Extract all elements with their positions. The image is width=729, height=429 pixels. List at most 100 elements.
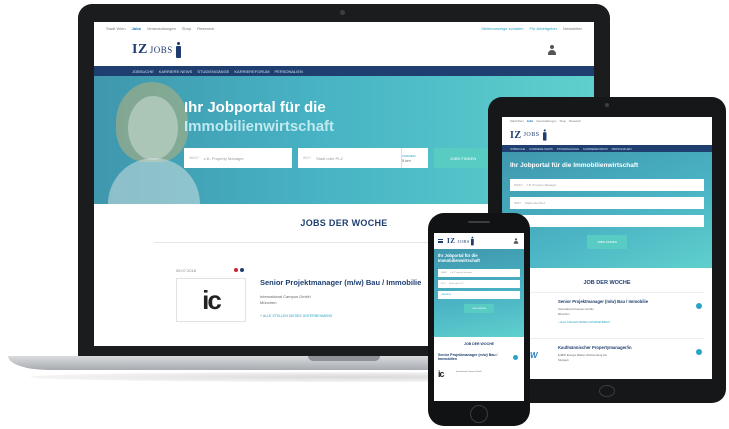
phone-hero: Ihr Jobportal für die Immobilienwirtscha… (434, 249, 524, 337)
all-jobs-company-link[interactable]: + ALLE STELLEN DIESES UNTERNEHMENS (558, 321, 610, 324)
nav-item-karriere-news[interactable]: KARRIERE NEWS (159, 69, 193, 74)
hero-title: Ihr Jobportal für die Immobilienwirtscha… (438, 253, 480, 263)
tablet-hero: Ihr Jobportal für die Immobilienwirtscha… (502, 152, 712, 268)
badge-dot (240, 268, 244, 272)
job-title-link[interactable]: Senior Projektmanager (m/w) Bau / Immobi… (558, 299, 648, 304)
bookmark-icon[interactable] (696, 349, 702, 355)
laptop-notch (308, 356, 380, 361)
job-list-item[interactable]: 06.07.2018 EnBW Kaufmännischer Propertym… (510, 338, 704, 378)
where-search-input[interactable]: WO? Stadt oder PLZ (438, 280, 520, 288)
radius-select[interactable]: UMKREIS (438, 291, 520, 299)
topbar-link[interactable]: Veranstaltungen (536, 119, 556, 123)
tablet-screen: Stadt Wien Jobs Veranstaltungen Shop Res… (502, 117, 712, 379)
topbar-link-active[interactable]: Jobs (132, 26, 141, 31)
logo-iz-text: IZ (132, 42, 148, 57)
nav-item-jobsuche[interactable]: JOBSUCHE (132, 69, 154, 74)
topbar-right-link[interactable]: Newsletter (563, 26, 582, 31)
iz-jobs-logo[interactable]: IZ JOBS (447, 233, 476, 249)
find-jobs-button[interactable]: JOBS FINDEN (464, 304, 494, 313)
bookmark-icon[interactable] (696, 303, 702, 309)
job-title-link[interactable]: Senior Projektmanager (m/w) Bau / Immobi… (260, 278, 421, 287)
nav-item[interactable]: KARRIERE NEWS (529, 147, 552, 151)
radius-value: 5 km (402, 157, 411, 163)
ic-logo-text: ic (438, 369, 444, 379)
phone-speaker (468, 221, 490, 223)
where-placeholder: Stadt oder PLZ (315, 155, 343, 161)
logo-person-icon (175, 42, 181, 58)
phone-home-button (470, 405, 488, 423)
top-utility-bar: Stadt Wien Jobs Veranstaltungen Shop Res… (94, 22, 594, 34)
what-placeholder: z.B. Property Manager (450, 272, 473, 274)
job-of-week-heading: JOB DER WOCHE (464, 342, 494, 346)
find-jobs-button[interactable]: JOBS FINDEN (434, 148, 492, 168)
where-tag: WO? (441, 283, 446, 285)
logo-jobs-text: JOBS (457, 238, 470, 244)
main-nav: JOBSUCHE KARRIERE NEWS STUDIENGÄNGE KARR… (94, 66, 594, 76)
topbar-right-link[interactable]: Stellenanzeige schalten (481, 26, 523, 31)
what-placeholder: z.B. Property Manager (526, 183, 557, 187)
tablet-nav: JOBSUCHE KARRIERE NEWS STUDIENGÄNGE KARR… (502, 145, 712, 152)
phone-screen: IZ JOBS Ihr Jobportal für die Immobilien… (434, 233, 524, 401)
topbar-link[interactable]: Shop (559, 119, 566, 123)
what-tag: WAS? (189, 156, 199, 160)
job-company: International Campus GmbH (456, 371, 482, 373)
topbar-link[interactable]: Research (569, 119, 581, 123)
radius-select[interactable]: UMKREIS 5 km (401, 148, 423, 168)
job-location: München (260, 300, 277, 305)
user-account-icon[interactable] (548, 45, 556, 55)
job-location: München (558, 312, 570, 316)
what-search-input[interactable]: WAS? z.B. Property Manager (510, 179, 704, 191)
logo-person-icon (542, 129, 547, 141)
hero-title-line1: Ihr Jobportal für die (184, 99, 326, 116)
job-title-link[interactable]: Senior Projektmanager (m/w) Bau / Immobi… (438, 353, 508, 362)
phone-header: IZ JOBS (434, 233, 524, 249)
topbar-link[interactable]: Research (197, 26, 214, 31)
laptop-camera (340, 10, 345, 15)
company-logo[interactable]: ic (176, 278, 246, 322)
device-mockup-scene: Stadt Wien Jobs Veranstaltungen Shop Res… (0, 0, 729, 429)
radius-label: UMKREIS (441, 294, 451, 296)
radius-select[interactable]: UMKREIS (510, 215, 704, 227)
what-search-input[interactable]: WAS? z.B. Property Manager (184, 148, 292, 168)
hero-title: Ihr Jobportal für die Immobilienwirtscha… (510, 162, 639, 169)
logo-jobs-text: JOBS (149, 45, 173, 55)
nav-item[interactable]: STUDIENGÄNGE (557, 147, 579, 151)
job-company: International Campus GmbH (260, 294, 311, 299)
job-company: International Campus GmbH (558, 307, 594, 311)
nav-item-personalien[interactable]: PERSONALIEN (274, 69, 302, 74)
iz-jobs-logo[interactable]: IZ JOBS (132, 42, 181, 58)
job-list-item[interactable]: 06.07.2018 ic Senior Projektmanager (m/w… (510, 292, 704, 332)
nav-item-studiengaenge[interactable]: STUDIENGÄNGE (197, 69, 229, 74)
bookmark-icon[interactable] (513, 355, 518, 360)
job-title-link[interactable]: Kaufmännischer Propertymanager/in (558, 345, 632, 350)
what-search-input[interactable]: WAS? z.B. Property Manager (438, 269, 520, 277)
iz-jobs-logo[interactable]: IZ JOBS (510, 127, 548, 143)
topbar-link[interactable]: Stadt Wien (510, 119, 524, 123)
logo-jobs-text: JOBS (523, 132, 540, 138)
topbar-link[interactable]: Stadt Wien (106, 26, 126, 31)
all-jobs-company-link[interactable]: + ALLE STELLEN DIESES UNTERNEHMENS (260, 314, 332, 318)
where-search-input[interactable]: WO? Stadt oder PLZ (510, 197, 704, 209)
nav-item[interactable]: JOBSUCHE (510, 147, 525, 151)
menu-icon[interactable] (438, 239, 443, 243)
logo-iz-text: IZ (510, 129, 522, 141)
find-jobs-button[interactable]: JOBS FINDEN (587, 235, 627, 249)
tablet-header: IZ JOBS (502, 125, 712, 145)
topbar-link[interactable]: Veranstaltungen (147, 26, 176, 31)
user-account-icon[interactable] (513, 238, 519, 244)
tablet-home-button (599, 385, 615, 397)
where-tag: WO? (303, 156, 311, 160)
where-tag: WO? (514, 201, 521, 205)
topbar-link-active[interactable]: Jobs (527, 119, 534, 123)
ic-logo-text: ic (202, 284, 222, 315)
where-search-input[interactable]: WO? Stadt oder PLZ UMKREIS 5 km (298, 148, 428, 168)
nav-item[interactable]: KARRIEREFORUM (583, 147, 608, 151)
topbar-link[interactable]: Shop (182, 26, 191, 31)
nav-item[interactable]: PERSONALIEN (612, 147, 632, 151)
nav-item-karriereforum[interactable]: KARRIEREFORUM (234, 69, 269, 74)
topbar-right-link[interactable]: Für Arbeitgeber (530, 26, 558, 31)
job-list-item[interactable]: Senior Projektmanager (m/w) Bau / Immobi… (438, 353, 520, 393)
job-location: Stuttgart (558, 358, 569, 362)
where-placeholder: Stadt oder PLZ (448, 283, 464, 285)
smartphone: IZ JOBS Ihr Jobportal für die Immobilien… (428, 213, 530, 426)
